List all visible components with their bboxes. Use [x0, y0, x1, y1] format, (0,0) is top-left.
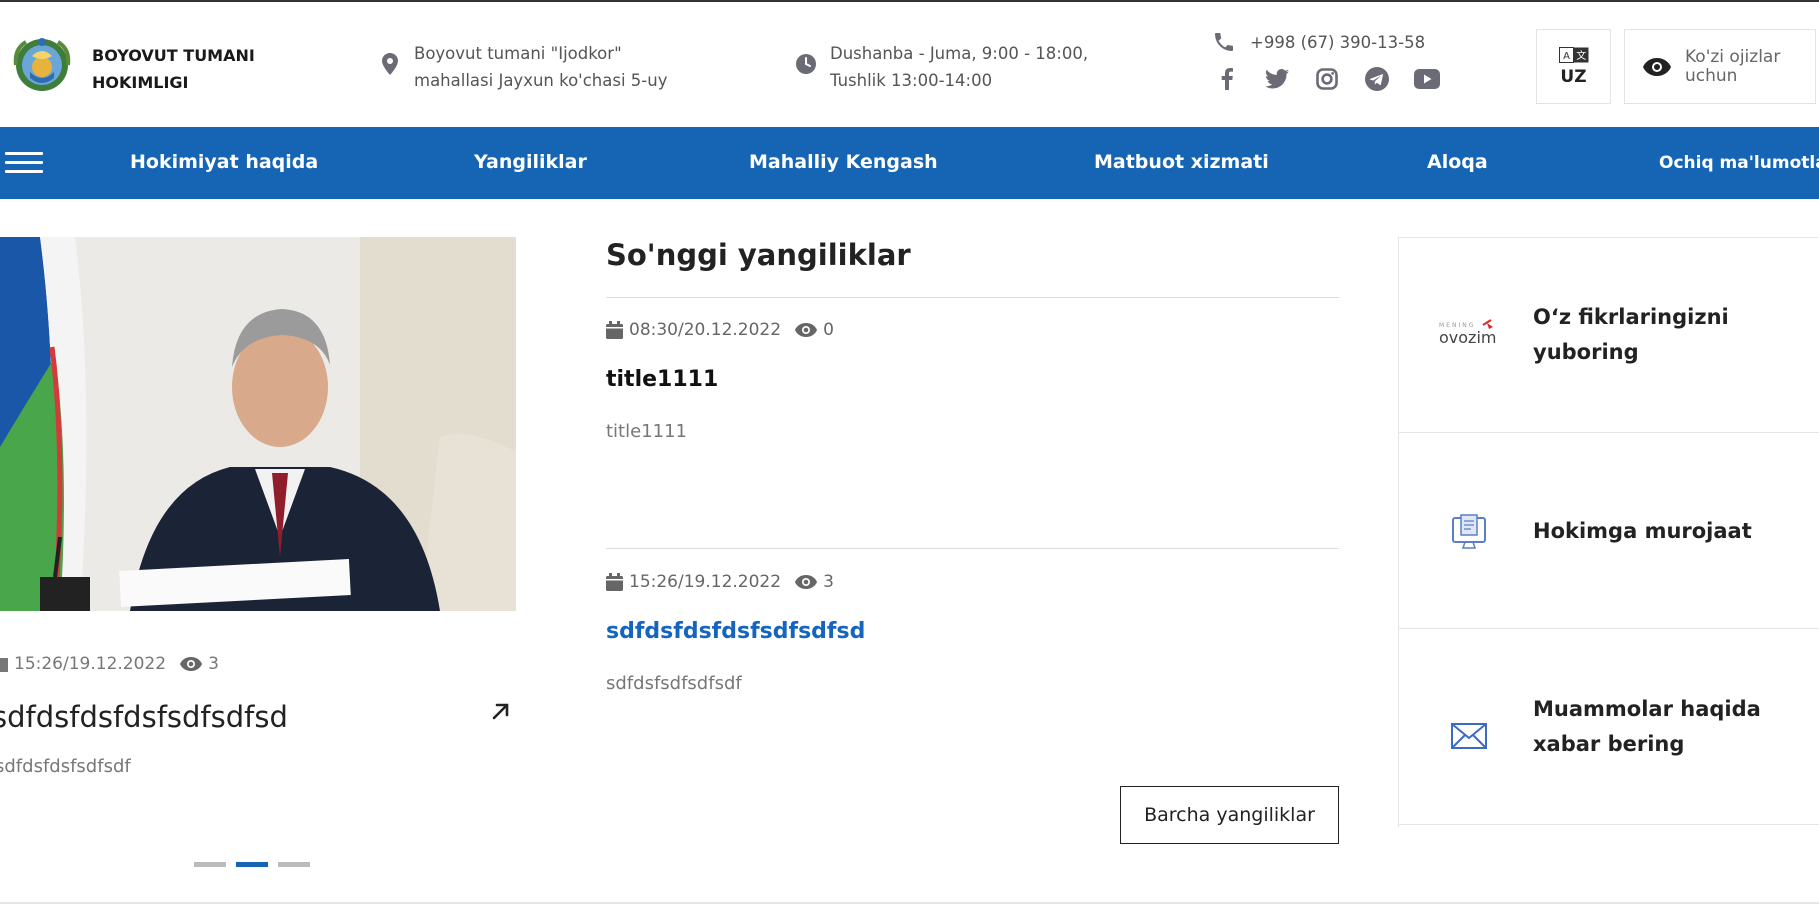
- nav-item-matbuot-xizmati[interactable]: Matbuot xizmati: [1094, 151, 1269, 173]
- latest-news-heading: So'nggi yangiliklar: [606, 238, 911, 272]
- featured-news-description: sdfdsfdsfsdfsdf: [0, 756, 131, 777]
- main-navigation: Hokimiyat haqida Yangiliklar Mahalliy Ke…: [0, 127, 1819, 199]
- all-news-button[interactable]: Barcha yangiliklar: [1120, 786, 1339, 844]
- youtube-icon[interactable]: [1412, 66, 1442, 92]
- featured-views: 3: [208, 654, 219, 674]
- accessibility-label: Ko'zi ojizlar uchun: [1685, 46, 1781, 86]
- eye-icon: [795, 575, 818, 589]
- news-meta-2: 15:26/19.12.2022 3: [606, 572, 834, 592]
- twitter-icon[interactable]: [1262, 66, 1292, 92]
- quick-links-panel: MENING ovozim O‘z fikrlaringizni yuborin…: [1398, 237, 1819, 827]
- phone-number: +998 (67) 390-13-58: [1250, 32, 1426, 52]
- featured-datetime: 15:26/19.12.2022: [14, 654, 167, 674]
- ovozim-logo-icon: MENING ovozim: [1437, 316, 1501, 356]
- nav-item-hokimiyat-haqida[interactable]: Hokimiyat haqida: [130, 151, 318, 173]
- news-title-1[interactable]: title1111: [606, 367, 718, 392]
- news-datetime-1: 08:30/20.12.2022: [629, 320, 782, 340]
- language-code: UZ: [1560, 66, 1587, 87]
- address-line-2: mahallasi Jayxun ko'chasi 5-uy: [414, 71, 668, 90]
- telegram-icon[interactable]: [1362, 66, 1392, 92]
- nav-item-yangiliklar[interactable]: Yangiliklar: [474, 151, 587, 173]
- hokim-appeal-card[interactable]: Hokimga murojaat: [1399, 434, 1819, 629]
- phone-link[interactable]: +998 (67) 390-13-58: [1212, 30, 1442, 54]
- nav-item-aloqa[interactable]: Aloqa: [1427, 151, 1488, 173]
- divider: [606, 297, 1339, 298]
- feedback-card[interactable]: MENING ovozim O‘z fikrlaringizni yuborin…: [1399, 238, 1819, 433]
- featured-meta: 15:26/19.12.2022 3: [0, 654, 219, 674]
- address-line-1: Boyovut tumani "Ijodkor": [414, 44, 622, 63]
- arrow-up-right-icon[interactable]: [490, 700, 516, 726]
- eye-icon: [180, 657, 203, 671]
- calendar-icon: [0, 658, 8, 672]
- slider-dot-1[interactable]: [194, 862, 226, 867]
- hokim-appeal-card-label: Hokimga murojaat: [1533, 519, 1752, 543]
- envelope-icon: [1437, 716, 1501, 756]
- hours-line-2: Tushlik 13:00-14:00: [830, 71, 993, 90]
- accessibility-button[interactable]: Ko'zi ojizlar uchun: [1624, 29, 1816, 104]
- news-meta-1: 08:30/20.12.2022 0: [606, 320, 834, 340]
- news-datetime-2: 15:26/19.12.2022: [629, 572, 782, 592]
- nav-item-ochiq-malumotlar[interactable]: Ochiq ma'lumotlar: [1659, 153, 1819, 173]
- hours-line-1: Dushanba - Juma, 9:00 - 18:00,: [830, 44, 1089, 63]
- divider: [606, 548, 1339, 549]
- ovozim-logo-text: ovozim: [1439, 328, 1496, 347]
- menu-hamburger-icon[interactable]: [5, 152, 43, 174]
- news-description-2: sdfdsfsdfsdfsdf: [606, 673, 742, 694]
- translate-icon: A 文: [1558, 46, 1588, 63]
- slider-pagination: [194, 862, 310, 867]
- working-hours-block: Dushanba - Juma, 9:00 - 18:00, Tushlik 1…: [796, 40, 1088, 94]
- calendar-icon: [606, 321, 623, 339]
- eye-icon: [1643, 57, 1671, 76]
- feedback-card-label: O‘z fikrlaringizni yuboring: [1533, 305, 1729, 364]
- svg-text:文: 文: [1576, 49, 1586, 62]
- calendar-icon: [606, 573, 623, 591]
- news-views-1: 0: [823, 320, 834, 340]
- news-title-2[interactable]: sdfdsfdsfdsfsdfsdfsd: [606, 619, 865, 644]
- site-header: BOYOVUT TUMANI HOKIMLIGI Boyovut tumani …: [0, 2, 1819, 127]
- eye-icon: [795, 323, 818, 337]
- slider-dot-3[interactable]: [278, 862, 310, 867]
- brand-line-2: HOKIMLIGI: [92, 73, 189, 92]
- news-views-2: 3: [823, 572, 834, 592]
- report-problem-card[interactable]: Muammolar haqida xabar bering: [1399, 630, 1819, 825]
- site-brand[interactable]: BOYOVUT TUMANI HOKIMLIGI: [92, 42, 292, 96]
- instagram-icon[interactable]: [1312, 66, 1342, 92]
- location-pin-icon: [382, 53, 398, 75]
- svg-text:A: A: [1563, 51, 1570, 62]
- appeal-document-icon: [1437, 512, 1501, 552]
- state-emblem-icon[interactable]: [12, 34, 72, 94]
- report-problem-card-label: Muammolar haqida xabar bering: [1533, 697, 1761, 756]
- facebook-icon[interactable]: [1212, 66, 1242, 92]
- featured-news-image[interactable]: [0, 237, 516, 611]
- phone-icon: [1215, 33, 1233, 51]
- brand-line-1: BOYOVUT TUMANI: [92, 46, 255, 65]
- slider-dot-2[interactable]: [236, 862, 268, 867]
- contact-block: +998 (67) 390-13-58: [1212, 30, 1442, 92]
- featured-news-title[interactable]: sdfdsfdsfdsfsdfsdfsd: [0, 700, 288, 734]
- language-switcher[interactable]: A 文 UZ: [1536, 29, 1611, 104]
- social-links: [1212, 66, 1442, 92]
- clock-icon: [796, 54, 816, 74]
- address-block: Boyovut tumani "Ijodkor" mahallasi Jayxu…: [380, 40, 667, 94]
- news-description-1: title1111: [606, 421, 687, 442]
- nav-item-mahalliy-kengash[interactable]: Mahalliy Kengash: [749, 151, 938, 173]
